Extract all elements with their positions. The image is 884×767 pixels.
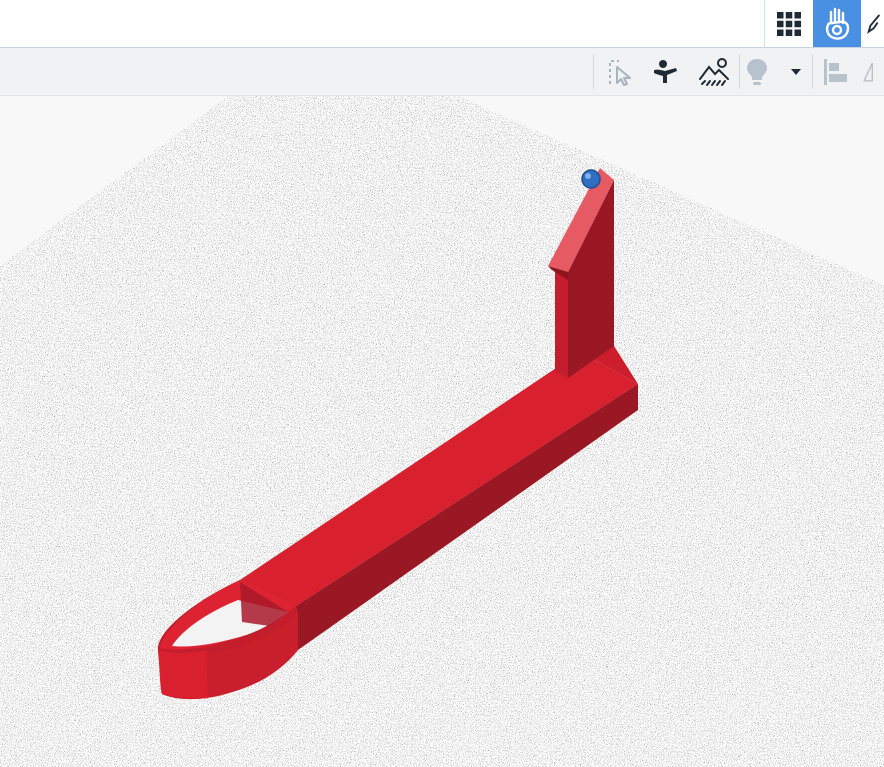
lightbulb-icon <box>747 58 767 85</box>
user-pose-button[interactable] <box>645 48 687 95</box>
user-pose-icon <box>654 59 677 83</box>
viewport-toolbar <box>0 48 884 96</box>
snap-point-marker[interactable] <box>581 169 601 189</box>
lighting-toggle-button[interactable] <box>740 48 774 95</box>
dropdown-arrow-icon <box>791 68 801 75</box>
hand-interaction-icon <box>825 7 850 40</box>
align-left-icon <box>824 58 847 85</box>
snap-select-icon <box>609 59 631 86</box>
scene-lighting-icon <box>699 57 729 86</box>
3d-viewport[interactable] <box>0 96 884 767</box>
workplane-scene[interactable] <box>0 96 884 767</box>
mirror-button[interactable] <box>862 48 884 95</box>
scene-lighting-button[interactable] <box>693 48 735 95</box>
grid-view-button[interactable] <box>765 0 813 47</box>
align-button[interactable] <box>818 48 854 95</box>
workplane-ground <box>0 96 884 767</box>
snap-select-button[interactable] <box>600 48 640 95</box>
tools-button[interactable] <box>863 0 884 47</box>
top-header-bar <box>0 0 884 48</box>
wrench-icon <box>867 14 880 34</box>
toolbar-divider <box>812 54 813 89</box>
toolbar-divider <box>593 54 594 89</box>
mirror-icon <box>863 62 873 82</box>
lighting-dropdown-button[interactable] <box>784 48 808 95</box>
hand-interaction-button[interactable] <box>813 0 861 47</box>
grid-view-icon <box>777 11 801 36</box>
